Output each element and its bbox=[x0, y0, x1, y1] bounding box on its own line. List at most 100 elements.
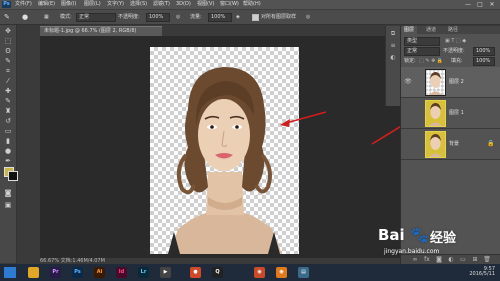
baidu-watermark: Bai 🐾 经验 jingyan.baidu.com bbox=[372, 222, 496, 262]
healing-tool-icon[interactable]: ✚ bbox=[3, 87, 13, 96]
layer-kind-filter[interactable]: 类型 bbox=[404, 37, 440, 46]
menu-image[interactable]: 图像(I) bbox=[61, 1, 76, 8]
adjust-panel-icon[interactable]: ◐ bbox=[389, 54, 397, 62]
layer-thumbnail bbox=[425, 100, 446, 127]
lasso-tool-icon[interactable]: ʘ bbox=[3, 47, 13, 56]
layer-name: 图层 1 bbox=[449, 110, 464, 116]
eye-icon[interactable] bbox=[404, 140, 412, 148]
eye-icon[interactable] bbox=[404, 109, 412, 117]
brush-preset-icon[interactable]: ● bbox=[22, 13, 28, 21]
lock-icon: 🔒 bbox=[487, 140, 495, 147]
fill-label: 填充: bbox=[451, 58, 463, 64]
airbrush-icon[interactable]: ◈ bbox=[236, 13, 240, 21]
quick-select-tool-icon[interactable]: ✎ bbox=[3, 57, 13, 66]
minimize-button[interactable]: — bbox=[462, 0, 474, 9]
layer-name: 背景 bbox=[449, 141, 460, 147]
photoshop-logo: Ps bbox=[2, 1, 11, 8]
taskbar-qq[interactable]: Q bbox=[212, 267, 223, 278]
layer-thumbnail bbox=[425, 69, 446, 96]
properties-panel-icon[interactable]: ≡ bbox=[389, 42, 397, 50]
watermark-brand-2: 经验 bbox=[430, 231, 457, 246]
move-tool-icon[interactable]: ✥ bbox=[3, 27, 13, 36]
opacity-input[interactable]: 100% bbox=[146, 13, 170, 22]
menu-filter[interactable]: 滤镜(T) bbox=[153, 1, 170, 8]
menu-3d[interactable]: 3D(D) bbox=[176, 1, 191, 8]
clone-stamp-tool-icon[interactable]: ♜ bbox=[3, 107, 13, 116]
paw-icon: 🐾 bbox=[410, 226, 429, 244]
menu-window[interactable]: 窗口(W) bbox=[220, 1, 239, 8]
dodge-tool-icon[interactable]: ● bbox=[3, 147, 13, 156]
taskbar-chrome[interactable]: ◉ bbox=[254, 267, 265, 278]
history-brush-tool-icon[interactable]: ↺ bbox=[3, 117, 13, 126]
annotation-arrow-canvas bbox=[280, 111, 327, 127]
collapsed-panels: ⧉ ≡ ◐ bbox=[385, 26, 400, 106]
system-clock[interactable]: 9:57 2016/5/11 bbox=[455, 267, 495, 278]
menu-select[interactable]: 选择(S) bbox=[130, 1, 147, 8]
watermark-brand: Bai bbox=[378, 226, 405, 244]
document-tab[interactable]: 未标题-1.jpg @ 66.7% (图层 2, RGB/8) bbox=[40, 26, 162, 36]
marquee-tool-icon[interactable]: ⬚ bbox=[3, 37, 13, 46]
tab-layers[interactable]: 图层 bbox=[401, 26, 418, 34]
brush-tool-icon[interactable]: ✎ bbox=[3, 97, 13, 106]
menu-edit[interactable]: 编辑(E) bbox=[38, 1, 55, 8]
taskbar-indesign[interactable]: Id bbox=[116, 267, 127, 278]
filter-icons[interactable]: ▣ T ⬚ ◆ bbox=[445, 37, 466, 45]
watermark-url: jingyan.baidu.com bbox=[384, 248, 440, 255]
pen-tool-icon[interactable]: ✒ bbox=[3, 157, 13, 166]
crop-tool-icon[interactable]: ⌗ bbox=[3, 67, 13, 76]
menu-type[interactable]: 文字(Y) bbox=[107, 1, 124, 8]
maximize-button[interactable]: □ bbox=[474, 0, 486, 9]
start-button[interactable] bbox=[4, 267, 16, 278]
panel-opacity-label: 不透明度: bbox=[443, 48, 465, 54]
fill-input[interactable]: 100% bbox=[473, 57, 495, 66]
eraser-tool-icon[interactable]: ▭ bbox=[3, 127, 13, 136]
layer-name: 图层 2 bbox=[449, 79, 464, 85]
taskbar-lightroom[interactable]: Lr bbox=[138, 267, 149, 278]
taskbar-media[interactable]: ▶ bbox=[160, 267, 171, 278]
tools-panel: ✥ ⬚ ʘ ✎ ⌗ ⁄ ✚ ✎ ♜ ↺ ▭ ▮ ● ✒ ◙ ▣ bbox=[0, 25, 18, 263]
mode-select[interactable]: 正常 bbox=[76, 13, 116, 22]
mode-label: 模式: bbox=[60, 14, 72, 20]
menu-layer[interactable]: 图层(L) bbox=[84, 1, 101, 8]
lock-label: 锁定: bbox=[404, 58, 416, 64]
layer-row-1[interactable]: 图层 1 bbox=[401, 98, 500, 129]
lock-icons[interactable]: ⬚ ✎ ✥ 🔒 bbox=[419, 57, 443, 65]
taskbar-premiere[interactable]: Pr bbox=[50, 267, 61, 278]
flow-label: 流量: bbox=[190, 14, 202, 20]
panel-opacity-input[interactable]: 100% bbox=[473, 47, 495, 56]
flow-input[interactable]: 100% bbox=[208, 13, 232, 22]
gradient-tool-icon[interactable]: ▮ bbox=[3, 137, 13, 146]
taskbar-illustrator[interactable]: Ai bbox=[94, 267, 105, 278]
pressure-size-icon[interactable]: ◎ bbox=[306, 13, 310, 21]
history-panel-icon[interactable]: ⧉ bbox=[389, 30, 397, 38]
pressure-opacity-icon[interactable]: ◎ bbox=[176, 13, 180, 21]
close-button[interactable]: ✕ bbox=[486, 0, 498, 9]
menu-file[interactable]: 文件(F) bbox=[15, 1, 32, 8]
eyedropper-tool-icon[interactable]: ⁄ bbox=[3, 77, 13, 86]
blend-mode-select[interactable]: 正常 bbox=[404, 47, 440, 56]
eye-icon[interactable]: 👁 bbox=[404, 78, 412, 86]
portrait-image bbox=[168, 67, 282, 254]
options-bar: ✎ ● ▦ 模式: 正常 不透明度: 100% ◎ 流量: 100% ◈ 对所有… bbox=[0, 10, 500, 25]
taskbar-photoshop[interactable]: Ps bbox=[72, 267, 83, 278]
document-canvas[interactable] bbox=[150, 47, 299, 254]
taskbar-notes[interactable]: ▤ bbox=[298, 267, 309, 278]
layer-row-background[interactable]: 背景 🔒 bbox=[401, 129, 500, 160]
clock-date: 2016/5/11 bbox=[469, 271, 495, 277]
taskbar-firefox[interactable]: ◉ bbox=[276, 267, 287, 278]
layer-row-2[interactable]: 👁 图层 2 bbox=[401, 67, 500, 98]
menu-view[interactable]: 视图(V) bbox=[197, 1, 214, 8]
sample-all-layers-label: 对所有图层取样 bbox=[261, 14, 297, 20]
taskbar-paint[interactable]: ● bbox=[190, 267, 201, 278]
screen-mode-icon[interactable]: ▣ bbox=[3, 201, 13, 210]
tab-channels[interactable]: 通道 bbox=[423, 26, 439, 34]
background-color-swatch[interactable] bbox=[8, 171, 18, 181]
sample-all-layers-checkbox[interactable] bbox=[252, 14, 259, 21]
menu-help[interactable]: 帮助(H) bbox=[243, 1, 261, 8]
tab-paths[interactable]: 路径 bbox=[445, 26, 461, 34]
quick-mask-icon[interactable]: ◙ bbox=[3, 189, 13, 198]
brush-tool-icon[interactable]: ✎ bbox=[4, 13, 10, 21]
taskbar-explorer[interactable] bbox=[28, 267, 39, 278]
layer-thumbnail bbox=[425, 131, 446, 158]
toggle-brush-panel-icon[interactable]: ▦ bbox=[44, 13, 49, 21]
